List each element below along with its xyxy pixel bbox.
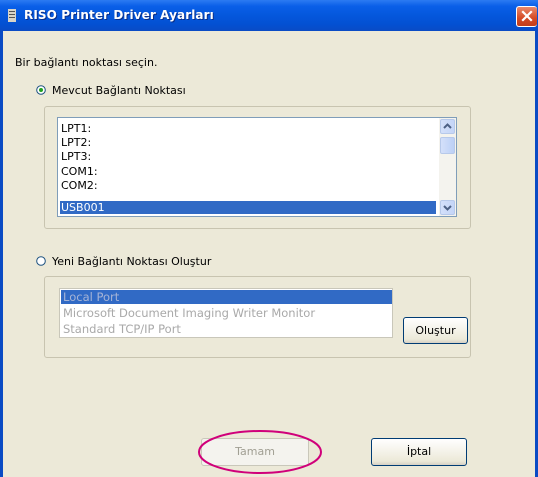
title-bar[interactable]: RISO Printer Driver Ayarları [0, 0, 538, 31]
list-item[interactable]: Standard TCP/IP Port [61, 322, 392, 336]
printer-driver-icon [8, 9, 16, 22]
instruction-text: Bir bağlantı noktası seçin. [15, 56, 158, 69]
list-item-selected[interactable]: Local Port [61, 290, 392, 304]
dialog-window: RISO Printer Driver Ayarları Bir bağlant… [0, 0, 538, 477]
list-item[interactable]: Microsoft Document Imaging Writer Monito… [61, 306, 392, 320]
close-icon [521, 10, 533, 22]
create-port-label[interactable]: Yeni Bağlantı Noktası Oluştur [52, 255, 211, 268]
cancel-button[interactable]: İptal [371, 438, 467, 466]
window-border-left [0, 31, 3, 477]
existing-port-group [44, 106, 471, 229]
close-button[interactable] [516, 6, 537, 27]
port-type-list[interactable]: Local Port Microsoft Document Imaging Wr… [59, 288, 393, 338]
create-port-radio[interactable] [36, 256, 46, 266]
existing-port-radio[interactable] [36, 85, 46, 95]
highlight-ellipse [198, 430, 322, 474]
existing-port-label[interactable]: Mevcut Bağlantı Noktası [52, 84, 186, 97]
window-title: RISO Printer Driver Ayarları [24, 8, 214, 22]
create-button[interactable]: Oluştur [403, 317, 468, 344]
